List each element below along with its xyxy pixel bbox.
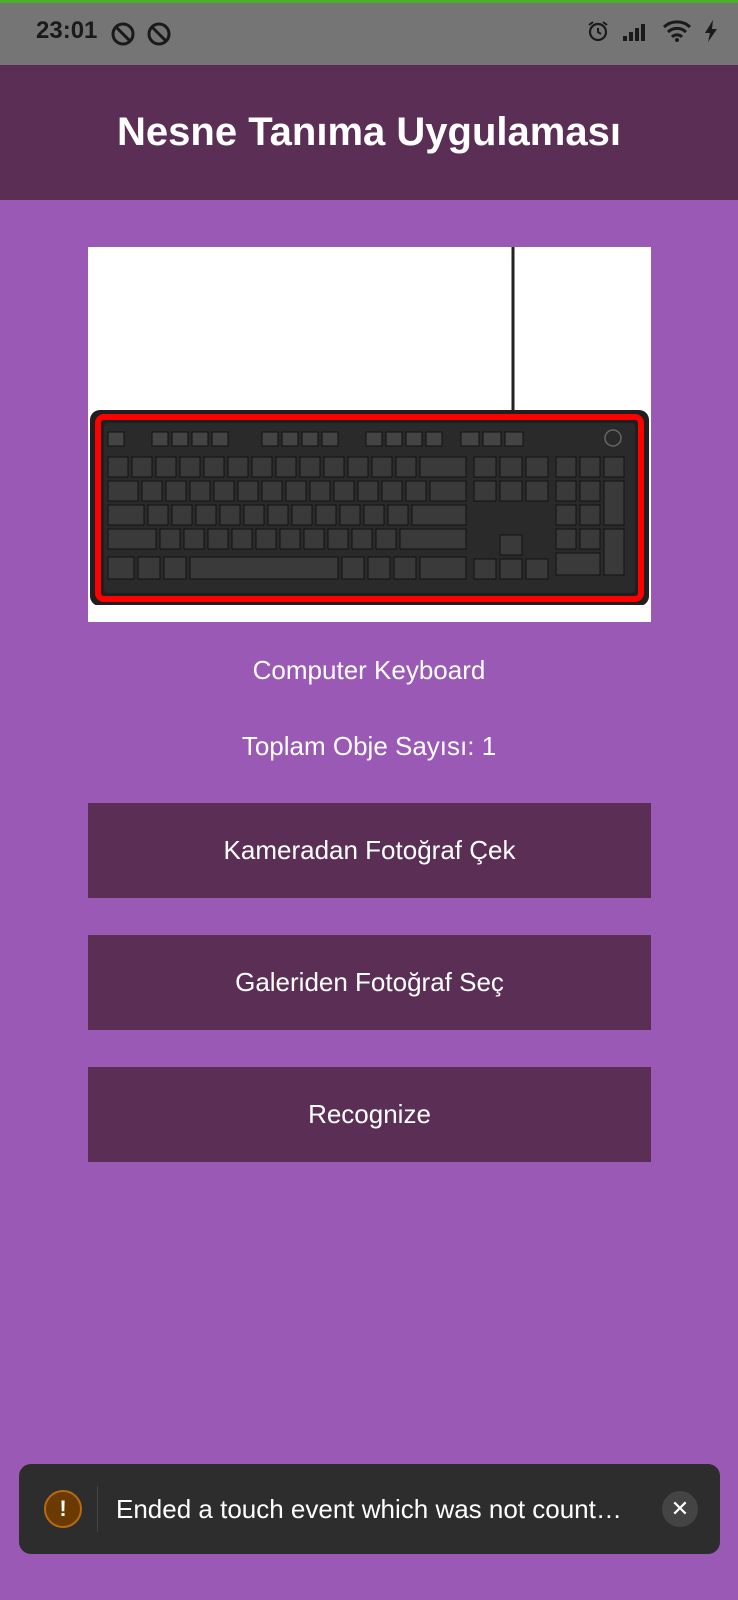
notification-icon — [146, 21, 172, 47]
page-title: Nesne Tanıma Uygulaması — [117, 110, 621, 154]
app-bar: Nesne Tanıma Uygulaması — [0, 65, 738, 200]
keyboard-image — [88, 247, 651, 622]
toast-divider — [97, 1486, 98, 1532]
gallery-photo-button[interactable]: Galeriden Fotoğraf Seç — [88, 935, 651, 1030]
alarm-icon — [586, 19, 610, 43]
warning-icon: ! — [44, 1490, 82, 1528]
status-bar: 23:01 — [0, 3, 738, 65]
charging-icon — [704, 19, 718, 43]
result-label: Computer Keyboard — [252, 655, 486, 685]
object-count-label: Toplam Obje Sayısı: 1 — [241, 731, 497, 761]
camera-photo-button[interactable]: Kameradan Fotoğraf Çek — [88, 803, 651, 898]
image-preview — [88, 247, 651, 622]
recognize-button[interactable]: Recognize — [88, 1067, 651, 1162]
notification-icon — [110, 21, 136, 47]
close-icon[interactable]: ✕ — [662, 1491, 698, 1527]
status-time: 23:01 — [36, 17, 98, 44]
toast-notification: ! Ended a touch event which was not coun… — [19, 1464, 720, 1554]
wifi-icon — [662, 19, 692, 43]
signal-icon — [622, 20, 650, 42]
toast-message: Ended a touch event which was not count… — [116, 1494, 622, 1524]
